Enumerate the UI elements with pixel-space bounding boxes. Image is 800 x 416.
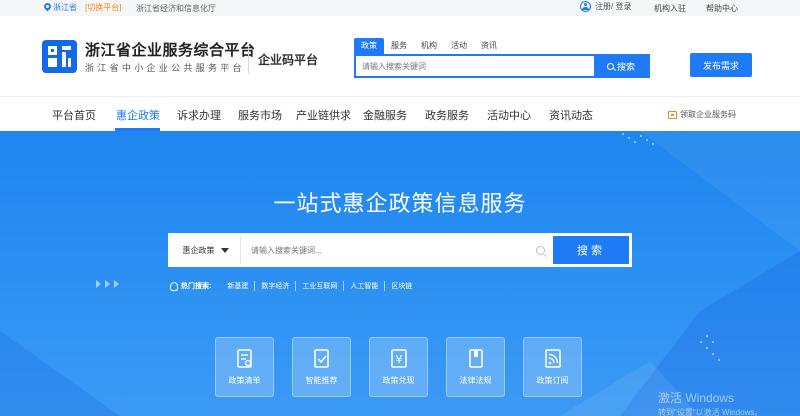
search-tab-institution[interactable]: 机构: [414, 38, 444, 54]
policy-category-dropdown[interactable]: 惠企政策: [171, 236, 241, 264]
brand-subtitle: 浙江省中小企业公共服务平台: [85, 63, 245, 73]
subscribe-rss-icon: [544, 349, 561, 368]
hot-keyword[interactable]: 工业互联网: [296, 281, 345, 291]
header-search-button[interactable]: 搜索: [594, 56, 648, 76]
watermark-line2: 转到"设置"以激活 Windows。: [658, 408, 763, 416]
hot-searches-label: 热门搜索:: [181, 283, 212, 290]
policy-search-box: 惠企政策 搜索: [168, 233, 632, 267]
tile-policy-list[interactable]: 政策清单: [215, 337, 274, 397]
nav-item-policy[interactable]: 惠企政策: [116, 107, 160, 123]
windows-activation-watermark: 激活 Windows 转到"设置"以激活 Windows。: [658, 389, 762, 416]
policy-tiles: 政策清单 智能推荐 ¥ 政策兑现 法律法规 政策订阅: [215, 337, 582, 397]
policy-category-label: 惠企政策: [182, 245, 215, 255]
svg-text:¥: ¥: [395, 353, 402, 366]
policy-search-input[interactable]: [251, 242, 511, 258]
platform-logo[interactable]: [42, 40, 77, 73]
hot-searches: 热门搜索: 新基建 数字经济 工业互联网 人工智能 区块链: [170, 281, 418, 291]
user-icon: [580, 1, 591, 12]
hot-keyword[interactable]: 新基建: [221, 281, 256, 291]
service-code-icon: [668, 110, 677, 119]
banner-title: 一站式惠企政策信息服务: [273, 191, 527, 216]
hot-keyword[interactable]: 数字经济: [255, 281, 297, 291]
hero-banner: 一站式惠企政策信息服务 惠企政策 搜索 热门搜索: 新基建 数字经济 工业互联网…: [0, 131, 800, 416]
header: 浙江省企业服务综合平台 浙江省中小企业公共服务平台 企业码平台 政策 服务 机构…: [0, 16, 800, 96]
publish-demand-button[interactable]: 发布需求: [690, 53, 752, 77]
header-search-box: 搜索: [354, 54, 650, 78]
header-search-button-label: 搜索: [616, 61, 635, 72]
search-type-tabs: 政策 服务 机构 活动 资讯: [354, 38, 504, 54]
policy-list-icon: [236, 349, 252, 368]
smart-recommend-icon: [313, 349, 329, 368]
law-book-icon: [468, 349, 483, 368]
tile-label: 政策订阅: [536, 376, 569, 385]
tile-label: 政策清单: [228, 376, 261, 385]
watermark-line1: 激活 Windows: [658, 391, 735, 405]
join-link[interactable]: 机构入驻: [654, 3, 686, 14]
brand-title: 浙江省企业服务综合平台: [85, 42, 256, 59]
hot-keyword[interactable]: 区块链: [385, 281, 418, 291]
tile-subscribe[interactable]: 政策订阅: [523, 337, 582, 397]
nav-item-activities[interactable]: 活动中心: [487, 107, 531, 123]
tile-smart-recommend[interactable]: 智能推荐: [292, 337, 351, 397]
tile-law[interactable]: 法律法规: [446, 337, 505, 397]
service-code-label: 领取企业服务码: [680, 110, 736, 119]
login-register[interactable]: 注册/ 登录: [580, 1, 631, 12]
nav-item-news[interactable]: 资讯动态: [549, 107, 593, 123]
nav-item-finance[interactable]: 金融服务: [363, 107, 407, 123]
search-tab-news[interactable]: 资讯: [474, 38, 504, 54]
nav-item-market[interactable]: 服务市场: [238, 107, 282, 123]
lightbulb-icon: [170, 281, 178, 291]
switch-platform-link[interactable]: [切换平台]: [85, 2, 121, 13]
chevron-down-icon: [220, 247, 229, 253]
search-tab-service[interactable]: 服务: [384, 38, 414, 54]
tile-policy-cash[interactable]: ¥ 政策兑现: [369, 337, 428, 397]
search-tab-policy[interactable]: 政策: [354, 38, 384, 54]
search-icon: [606, 62, 614, 70]
nav-item-supply-chain[interactable]: 产业链供求: [296, 107, 351, 123]
nav-item-government[interactable]: 政务服务: [425, 107, 469, 123]
service-code-link[interactable]: 领取企业服务码: [668, 109, 736, 120]
tile-label: 法律法规: [459, 376, 492, 385]
help-center-link[interactable]: 帮助中心: [706, 3, 738, 14]
brand-divider: [248, 44, 249, 74]
code-platform-label: 企业码平台: [258, 53, 319, 67]
location-pin-icon: [44, 3, 51, 12]
login-register-label[interactable]: 注册/ 登录: [595, 1, 631, 12]
policy-search-button[interactable]: 搜索: [553, 236, 629, 264]
location-label: 浙江省: [53, 3, 77, 12]
location-selector[interactable]: 浙江省 [切换平台]: [44, 2, 121, 13]
department-link[interactable]: 浙江省经济和信息化厅: [136, 3, 216, 14]
logo-icon: [48, 46, 71, 67]
top-bar: 浙江省 [切换平台] 浙江省经济和信息化厅 注册/ 登录 机构入驻 帮助中心: [0, 0, 800, 16]
main-nav: 平台首页 惠企政策 诉求办理 服务市场 产业链供求 金融服务 政务服务 活动中心…: [0, 96, 800, 131]
nav-item-appeals[interactable]: 诉求办理: [177, 107, 221, 123]
tile-label: 智能推荐: [305, 376, 338, 385]
nav-item-home[interactable]: 平台首页: [52, 107, 96, 123]
policy-cash-icon: ¥: [390, 349, 407, 368]
header-search-input[interactable]: [362, 59, 592, 73]
hot-keyword[interactable]: 人工智能: [344, 281, 386, 291]
search-icon: [536, 246, 545, 255]
tile-label: 政策兑现: [382, 376, 415, 385]
search-tab-activity[interactable]: 活动: [444, 38, 474, 54]
